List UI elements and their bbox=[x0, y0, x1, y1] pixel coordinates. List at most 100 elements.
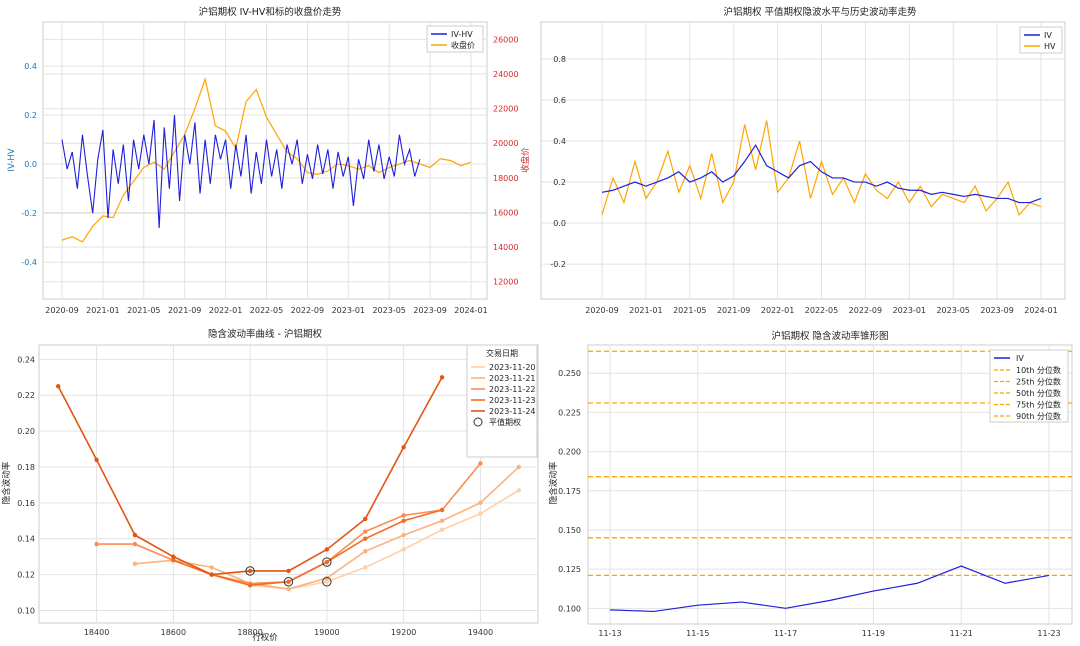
y-tick-label: 0.2 bbox=[553, 178, 566, 187]
legend-label-date: 2023-11-24 bbox=[489, 407, 536, 416]
y-tick-label: 0.12 bbox=[17, 571, 35, 580]
y-tick-label: 0.175 bbox=[558, 487, 581, 496]
x-tick-label: 2022-09 bbox=[291, 306, 324, 315]
y-tick-label: 0.0 bbox=[553, 219, 566, 228]
smile-point bbox=[363, 536, 368, 541]
chart-panel-vol-smile: 18400 18600 18800 19000 19200 19400 0.10 0.12 0.… bbox=[0, 323, 540, 646]
legend-label-date: 2023-11-20 bbox=[489, 363, 536, 372]
smile-point bbox=[209, 572, 214, 577]
y-right-tick-label: 12000 bbox=[493, 278, 518, 287]
x-tick-label: 2023-09 bbox=[413, 306, 446, 315]
y-tick-label: 0.14 bbox=[17, 535, 35, 544]
y-tick-label: 0.24 bbox=[17, 355, 35, 364]
x-tick-label: 2021-01 bbox=[86, 306, 119, 315]
legend-label-iv: IV bbox=[1016, 354, 1024, 363]
y-tick-label: 0.225 bbox=[558, 408, 581, 417]
x-tick-label: 11-21 bbox=[950, 629, 973, 638]
x-tick-label: 2023-05 bbox=[372, 306, 405, 315]
smile-point bbox=[516, 488, 522, 493]
y-tick-label: 0.16 bbox=[17, 499, 35, 508]
x-tick-label: 2020-09 bbox=[585, 306, 618, 315]
x-tick-label: 2022-05 bbox=[805, 306, 838, 315]
smile-point bbox=[209, 565, 214, 570]
smile-point bbox=[286, 579, 291, 584]
smile-point bbox=[132, 541, 138, 547]
smile-point bbox=[247, 583, 253, 588]
y-tick-label: 0.125 bbox=[558, 565, 581, 574]
smile-point bbox=[439, 518, 445, 523]
legend-label-iv-hv: IV-HV bbox=[451, 30, 473, 39]
x-tick-label: 2022-01 bbox=[761, 306, 794, 315]
smile-point bbox=[516, 464, 522, 470]
smile-point bbox=[94, 457, 99, 462]
y-right-label: 收盘价 bbox=[520, 147, 531, 173]
chart-title: 沪铝期权 IV-HV和标的收盘价走势 bbox=[199, 6, 342, 18]
smile-point bbox=[55, 384, 61, 389]
x-tick-label: 2024-01 bbox=[1024, 306, 1057, 315]
legend-label-date: 2023-11-23 bbox=[489, 396, 536, 405]
x-tick-label: 11-15 bbox=[686, 629, 709, 638]
smile-point bbox=[439, 375, 445, 380]
y-tick-label: 0.18 bbox=[17, 463, 35, 472]
smile-point bbox=[94, 541, 99, 547]
smile-point bbox=[401, 518, 406, 523]
y-right-tick-label: 20000 bbox=[493, 139, 518, 148]
smile-point bbox=[171, 554, 176, 559]
y-tick-label: 0.250 bbox=[558, 369, 581, 378]
legend-label-percentile: 90th 分位数 bbox=[1016, 411, 1061, 421]
smile-point bbox=[286, 586, 291, 592]
smile-point bbox=[478, 461, 483, 466]
x-tick-label: 11-13 bbox=[598, 629, 621, 638]
x-tick-label: 11-19 bbox=[862, 629, 885, 638]
x-tick-label: 2023-09 bbox=[980, 306, 1013, 315]
x-tick-label: 2021-01 bbox=[629, 306, 662, 315]
y-left-tick-label: -0.4 bbox=[21, 258, 37, 267]
x-tick-label: 11-17 bbox=[774, 629, 797, 638]
y-right-tick-label: 16000 bbox=[493, 208, 518, 217]
legend-label-date: 2023-11-22 bbox=[489, 385, 536, 394]
x-tick-label: 2023-01 bbox=[893, 306, 926, 315]
y-tick-label: 0.20 bbox=[17, 427, 35, 436]
y-tick-label: 0.10 bbox=[17, 606, 35, 615]
smile-point bbox=[439, 507, 445, 513]
x-tick-label: 18600 bbox=[161, 628, 186, 637]
plot-area bbox=[42, 21, 488, 300]
smile-point bbox=[401, 532, 406, 538]
x-tick-label: 2024-01 bbox=[454, 306, 487, 315]
chart-panel-atm-iv-hv: 2020-09 2021-01 2021-05 2021-09 2022-01 2022-… bbox=[540, 0, 1080, 323]
y-tick-label: 0.6 bbox=[553, 96, 566, 105]
x-tick-label: 2023-05 bbox=[936, 306, 969, 315]
smile-point bbox=[247, 568, 253, 574]
smile-point bbox=[439, 527, 445, 532]
legend-label-date: 2023-11-21 bbox=[489, 374, 536, 383]
x-tick-label: 2023-01 bbox=[332, 306, 365, 315]
x-tick-label: 2021-09 bbox=[168, 306, 201, 315]
smile-point bbox=[363, 549, 368, 554]
x-tick-label: 19400 bbox=[468, 628, 493, 637]
smile-point bbox=[132, 532, 138, 538]
y-left-tick-label: 0.2 bbox=[24, 111, 37, 120]
chart-title: 隐含波动率曲线 - 沪铝期权 bbox=[208, 328, 322, 340]
x-tick-label: 2021-09 bbox=[717, 306, 750, 315]
x-tick-label: 11-23 bbox=[1037, 629, 1060, 638]
smile-point bbox=[401, 513, 406, 518]
y-left-tick-label: 0.0 bbox=[24, 160, 37, 169]
legend-label-percentile: 10th 分位数 bbox=[1016, 365, 1061, 375]
y-axis-label: 隐含波动率 bbox=[548, 461, 559, 504]
x-tick-label: 2022-05 bbox=[250, 306, 283, 315]
legend-box bbox=[1019, 26, 1063, 54]
smile-point bbox=[363, 565, 368, 570]
smile-point bbox=[401, 445, 406, 450]
smile-point bbox=[286, 568, 291, 574]
y-tick-label: 0.200 bbox=[558, 448, 581, 457]
legend-label-percentile: 25th 分位数 bbox=[1016, 377, 1061, 387]
smile-point bbox=[132, 561, 138, 567]
legend-label-close: 收盘价 bbox=[451, 40, 475, 50]
smile-point bbox=[324, 559, 330, 565]
legend-label-percentile: 75th 分位数 bbox=[1016, 400, 1061, 410]
x-tick-label: 2021-05 bbox=[127, 306, 160, 315]
legend-label-atm: 平值期权 bbox=[489, 417, 521, 427]
vol-cone-chart: 11-13 11-15 11-17 11-19 11-21 11-23 0.100 0.125… bbox=[548, 330, 1073, 638]
x-tick-label: 2020-09 bbox=[45, 306, 78, 315]
y-tick-label: -0.2 bbox=[550, 260, 566, 269]
